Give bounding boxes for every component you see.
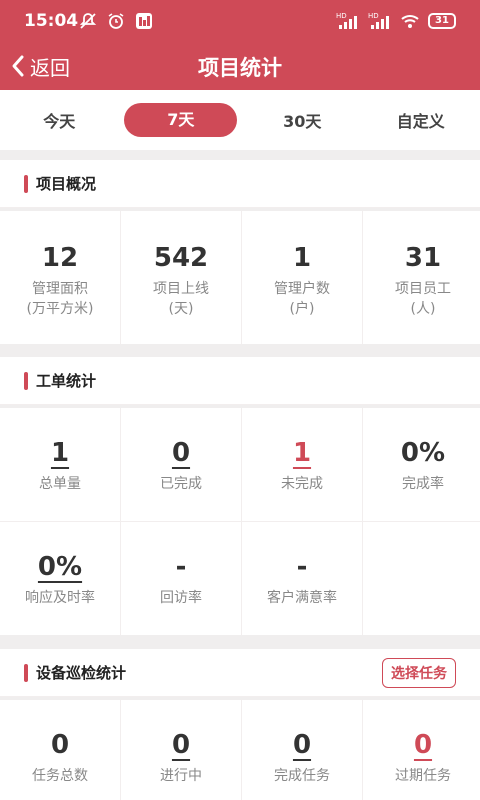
- workorder-item-uncompleted[interactable]: 1 未完成: [242, 408, 362, 521]
- stat-value[interactable]: 1: [51, 438, 69, 468]
- stat-value: 12: [41, 243, 79, 273]
- stat-value[interactable]: 0: [293, 730, 311, 760]
- signal-icon: HD: [336, 12, 357, 29]
- back-button[interactable]: 返回: [10, 50, 70, 82]
- stat-value: 542: [153, 243, 209, 273]
- stat-label: 完成任务: [274, 768, 330, 784]
- stat-label: 管理面积: [32, 281, 88, 297]
- date-range-tabs: 今天 7天 30天 自定义: [0, 90, 480, 150]
- stat-value: -: [175, 552, 187, 582]
- overview-item-area: 12 管理面积 (万平方米): [0, 211, 120, 344]
- stat-value: 31: [404, 243, 442, 273]
- select-task-button[interactable]: 选择任务: [382, 657, 456, 688]
- workorder-title: 工单统计: [36, 372, 97, 390]
- signal-badge-1: HD: [336, 12, 347, 20]
- stat-value[interactable]: 0: [414, 730, 432, 760]
- stat-label: 项目上线: [153, 281, 209, 297]
- workorder-grid: 1 总单量 0 已完成 1 未完成 0% 完成率 0% 响应及时率 - 回访率 …: [0, 408, 480, 635]
- overview-section-header: 项目概况: [0, 160, 480, 208]
- section-accent-bar: [24, 663, 28, 682]
- section-accent-bar: [24, 371, 28, 390]
- tab-custom[interactable]: 自定义: [362, 108, 480, 132]
- stat-label: 过期任务: [395, 768, 451, 784]
- alarm-icon: [108, 13, 124, 29]
- stat-unit: (天): [168, 301, 194, 317]
- inspection-title: 设备巡检统计: [36, 664, 127, 682]
- stat-value: 0%: [400, 438, 446, 468]
- tab-7-days[interactable]: 7天: [124, 103, 238, 137]
- workorder-item-completion-rate: 0% 完成率: [363, 408, 480, 521]
- status-icons-right: HD HD 31: [336, 11, 456, 31]
- stat-value[interactable]: 0%: [38, 552, 82, 582]
- stat-value[interactable]: 0: [172, 438, 190, 468]
- workorder-item-response-rate[interactable]: 0% 响应及时率: [0, 522, 120, 635]
- stat-label: 任务总数: [32, 768, 88, 784]
- wifi-icon: [401, 15, 419, 28]
- workorder-item-completed[interactable]: 0 已完成: [121, 408, 241, 521]
- stat-value: -: [296, 552, 308, 582]
- stat-label: 完成率: [402, 476, 444, 492]
- workorder-item-callback-rate: - 回访率: [121, 522, 241, 635]
- status-bar: 15:04 HD HD 31: [0, 0, 480, 42]
- nav-bar: 返回 项目统计: [0, 42, 480, 90]
- stat-label: 总单量: [39, 476, 81, 492]
- empty-cell: [363, 522, 480, 635]
- chevron-left-icon: [12, 55, 24, 77]
- inspection-section-header: 设备巡检统计 选择任务: [0, 649, 480, 697]
- stat-label: 进行中: [160, 768, 202, 784]
- signal-badge-2: HD: [368, 12, 379, 20]
- back-label: 返回: [30, 55, 70, 80]
- workorder-item-total[interactable]: 1 总单量: [0, 408, 120, 521]
- stat-unit: (户): [289, 301, 315, 317]
- stat-label: 已完成: [160, 476, 202, 492]
- stat-label: 客户满意率: [267, 590, 337, 606]
- inspection-item-completed[interactable]: 0 完成任务: [242, 700, 362, 800]
- inspection-item-overdue[interactable]: 0 过期任务: [363, 700, 480, 800]
- overview-item-staff: 31 项目员工 (人): [363, 211, 480, 344]
- overview-item-households: 1 管理户数 (户): [242, 211, 362, 344]
- battery-indicator: 31: [428, 13, 456, 29]
- tab-30-days[interactable]: 30天: [243, 108, 361, 132]
- inspection-grid: 0 任务总数 0 进行中 0 完成任务 0 过期任务: [0, 700, 480, 800]
- section-accent-bar: [24, 174, 28, 193]
- workorder-section-header: 工单统计: [0, 357, 480, 405]
- inspection-item-total: 0 任务总数: [0, 700, 120, 800]
- stat-label: 回访率: [160, 590, 202, 606]
- stat-label: 未完成: [281, 476, 323, 492]
- mute-icon: [79, 13, 97, 29]
- stat-value[interactable]: 0: [172, 730, 190, 760]
- stat-label: 响应及时率: [25, 590, 95, 606]
- signal-icon-2: HD: [368, 12, 389, 29]
- stat-unit: (万平方米): [26, 301, 94, 317]
- stat-label: 项目员工: [395, 281, 451, 297]
- inspection-item-in-progress[interactable]: 0 进行中: [121, 700, 241, 800]
- tab-today[interactable]: 今天: [0, 108, 118, 132]
- page-title: 项目统计: [198, 56, 282, 80]
- stat-value: 1: [292, 243, 312, 273]
- status-icons-left: [78, 11, 154, 31]
- stat-value: 0: [50, 730, 70, 760]
- status-time: 15:04: [24, 11, 79, 31]
- stat-label: 管理户数: [274, 281, 330, 297]
- overview-item-online-days: 542 项目上线 (天): [121, 211, 241, 344]
- stat-value[interactable]: 1: [293, 438, 311, 468]
- stat-unit: (人): [410, 301, 436, 317]
- workorder-item-satisfaction-rate: - 客户满意率: [242, 522, 362, 635]
- app-notification-icon: [136, 13, 152, 29]
- overview-title: 项目概况: [36, 175, 97, 193]
- overview-grid: 12 管理面积 (万平方米) 542 项目上线 (天) 1 管理户数 (户) 3…: [0, 211, 480, 344]
